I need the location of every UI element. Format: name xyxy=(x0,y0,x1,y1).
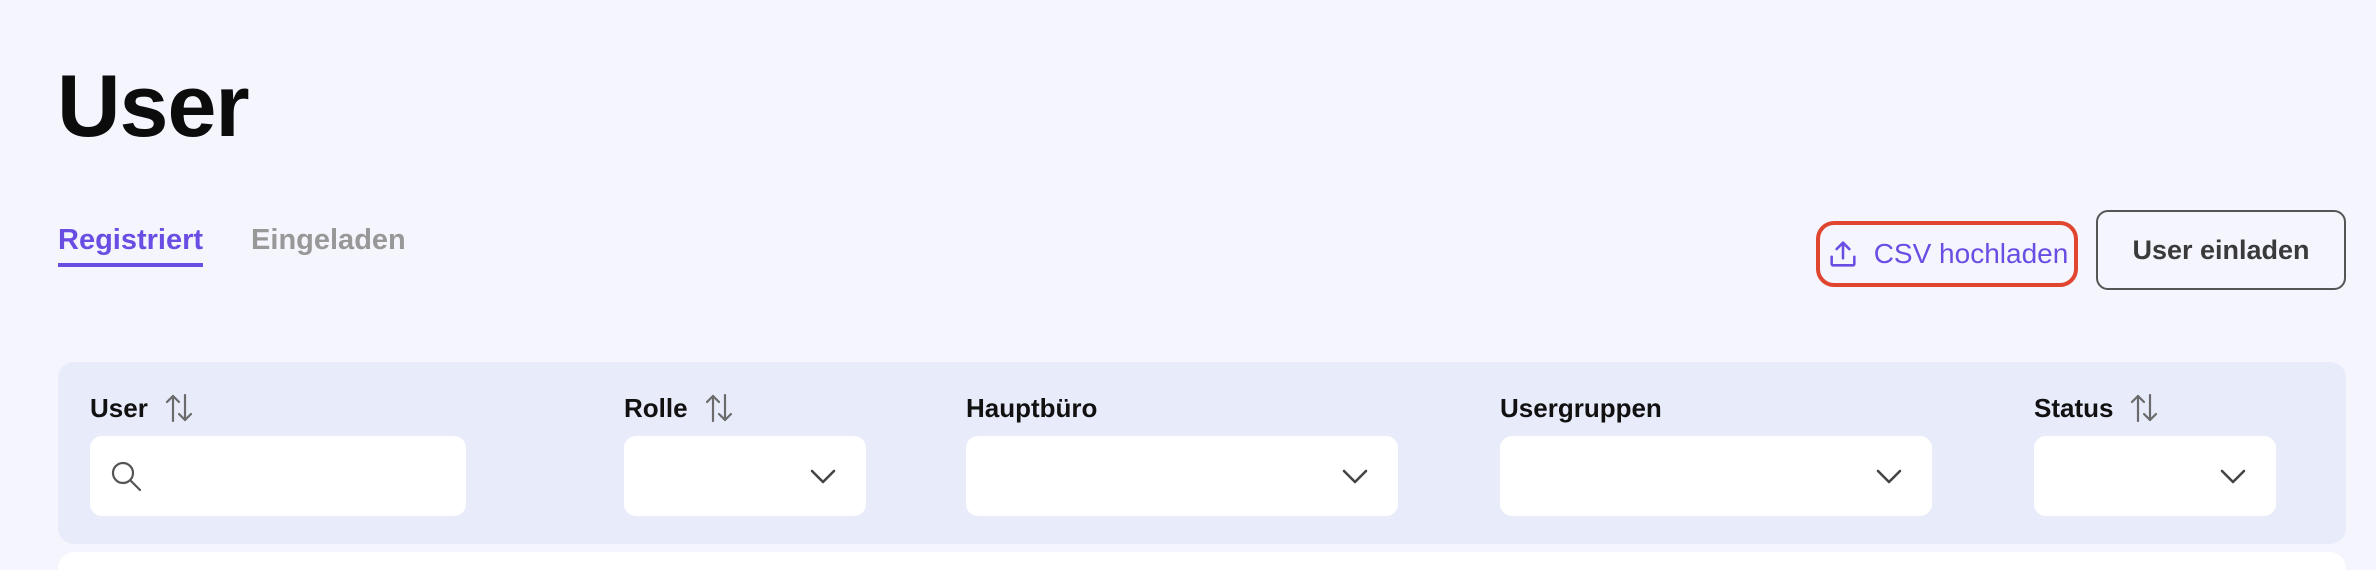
user-search-field xyxy=(90,436,466,516)
filter-rolle: Rolle xyxy=(624,390,734,426)
chevron-down-icon xyxy=(2220,469,2246,484)
filter-user-label: User xyxy=(90,392,148,423)
tab-registriert[interactable]: Registriert xyxy=(58,224,204,267)
chevron-down-icon xyxy=(1342,469,1368,484)
filter-rolle-label: Rolle xyxy=(624,392,688,423)
filter-user: User xyxy=(90,390,194,426)
usergruppen-select[interactable] xyxy=(1500,436,1932,516)
filter-status: Status xyxy=(2034,390,2159,426)
filter-hauptbuero: Hauptbüro xyxy=(966,390,1097,426)
tab-eingeladen[interactable]: Eingeladen xyxy=(251,224,406,267)
users-page: User Registriert Eingeladen CSV hochlade… xyxy=(0,0,2376,570)
sort-icon[interactable] xyxy=(704,391,734,425)
upload-icon xyxy=(1830,241,1856,267)
filter-hauptbuero-label: Hauptbüro xyxy=(966,392,1098,423)
page-title: User xyxy=(57,56,250,155)
user-search-input[interactable] xyxy=(90,436,466,516)
filter-panel: User Rolle Hauptbüro Usergruppen Status xyxy=(58,362,2346,544)
table-top-edge xyxy=(58,552,2346,570)
rolle-select[interactable] xyxy=(624,436,866,516)
filter-usergruppen: Usergruppen xyxy=(1500,390,1662,426)
chevron-down-icon xyxy=(1876,469,1902,484)
filter-status-label: Status xyxy=(2034,392,2114,423)
chevron-down-icon xyxy=(810,469,836,484)
filter-usergruppen-label: Usergruppen xyxy=(1500,392,1662,423)
tab-bar: Registriert Eingeladen xyxy=(58,224,406,267)
status-select[interactable] xyxy=(2034,436,2276,516)
sort-icon[interactable] xyxy=(2129,391,2159,425)
csv-upload-button[interactable]: CSV hochladen xyxy=(1816,221,2078,287)
csv-upload-label: CSV hochladen xyxy=(1873,238,2069,269)
invite-user-button[interactable]: User einladen xyxy=(2096,210,2346,290)
hauptbuero-select[interactable] xyxy=(966,436,1398,516)
search-icon xyxy=(111,461,142,492)
sort-icon[interactable] xyxy=(164,391,194,425)
